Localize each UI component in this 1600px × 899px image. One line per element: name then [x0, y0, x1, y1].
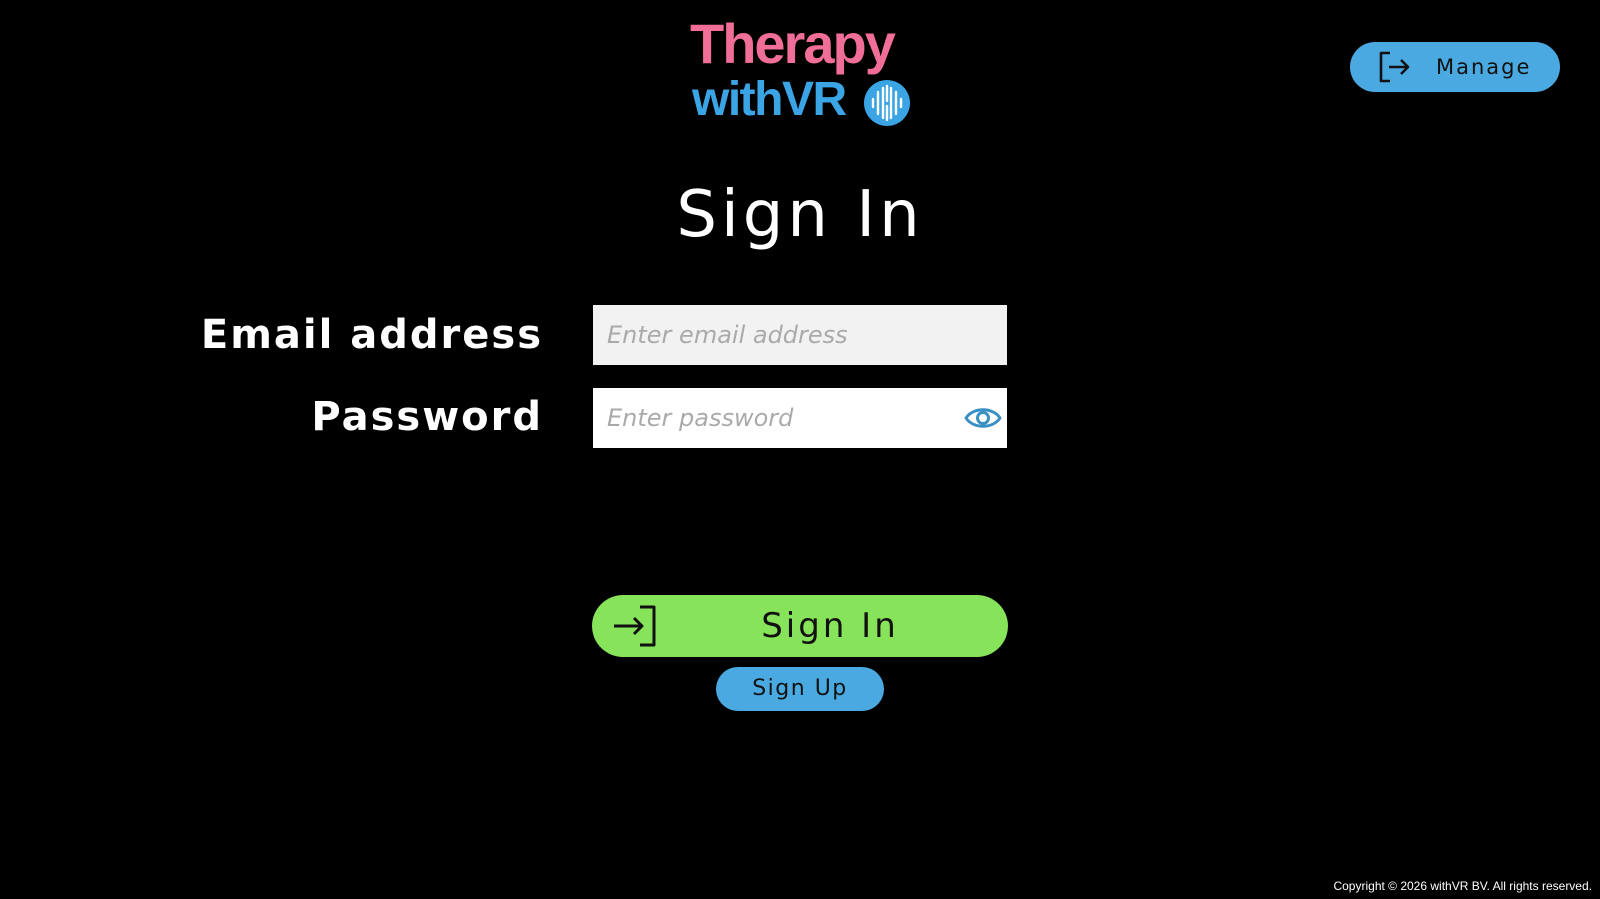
sign-in-label: Sign In [761, 606, 899, 646]
sign-up-button[interactable]: Sign Up [716, 667, 884, 711]
sign-in-button[interactable]: Sign In [592, 595, 1008, 657]
logo-therapy-text: Therapy [690, 12, 896, 75]
email-label: Email address [200, 312, 543, 358]
password-label: Password [311, 394, 543, 440]
copyright-text: Copyright © 2026 withVR BV. All rights r… [1333, 879, 1592, 893]
password-field-wrapper [593, 388, 1007, 448]
logo-withvr-text: withVR [692, 73, 847, 126]
manage-label: Manage [1436, 55, 1532, 79]
logo-mark-icon [864, 80, 910, 126]
manage-button[interactable]: Manage [1350, 42, 1560, 92]
password-field[interactable] [593, 388, 943, 448]
eye-icon[interactable] [963, 398, 1003, 438]
logout-icon [1379, 51, 1410, 83]
logo: Therapy withVR [688, 14, 918, 129]
page-title: Sign In [676, 178, 924, 252]
email-field[interactable] [593, 305, 1007, 365]
